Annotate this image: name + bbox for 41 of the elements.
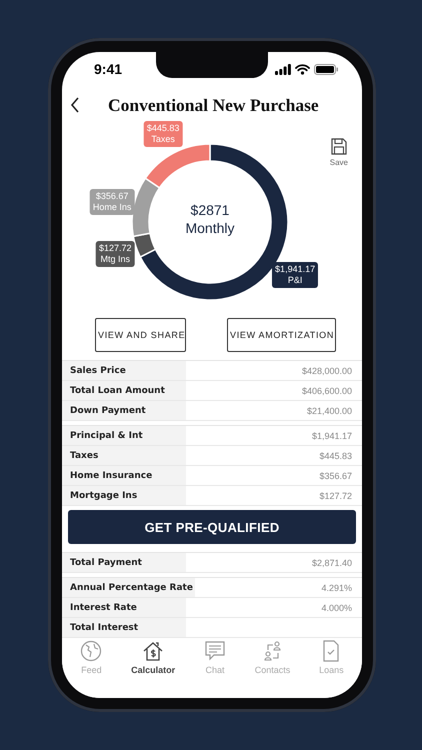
row-value: 4.000% — [320, 602, 353, 612]
chat-icon — [204, 640, 226, 662]
row-value: $428,000.00 — [300, 366, 353, 376]
row-value: $21,400.00 — [306, 406, 353, 416]
screen-title: Conventional New Purchase — [108, 94, 319, 116]
row-value: 4.291% — [320, 582, 353, 592]
save-button[interactable]: Save — [330, 138, 348, 167]
row-value: $356.67 — [318, 470, 353, 480]
slice-label: $127.72 Mtg Ins — [96, 240, 134, 267]
row-label: Interest Rate — [62, 598, 186, 617]
row-label: Down Payment — [62, 401, 186, 420]
row-value: $445.83 — [318, 450, 353, 460]
slice-label: $445.83 Taxes — [144, 120, 182, 147]
row-label: Sales Price — [62, 361, 186, 380]
signal-icon — [275, 64, 291, 74]
row-value: $1,941.17 — [310, 430, 353, 440]
row-value: $127.72 — [318, 490, 353, 500]
pre-qualify-button[interactable]: GET PRE-QUALIFIED — [68, 510, 356, 544]
row-label: Annual Percentage Rate — [62, 578, 195, 597]
action-button[interactable]: VIEW AMORTIZATION — [227, 318, 336, 352]
row-label: Home Insurance — [62, 466, 186, 485]
monthly-label: Monthly — [184, 220, 236, 236]
slice-label: $1,941.17 P&I — [272, 262, 318, 288]
globe-icon — [80, 640, 102, 662]
row-value: $406,600.00 — [300, 386, 353, 396]
row-label: Mortgage Ins — [62, 486, 186, 505]
row-value: $2,871.40 — [310, 558, 353, 568]
wifi-icon — [295, 64, 310, 74]
battery-icon — [314, 64, 338, 74]
row-label: Principal & Int — [62, 426, 186, 445]
row-label: Total Payment — [62, 553, 186, 572]
row-label: Total Interest — [62, 618, 186, 637]
chevron-left-icon — [70, 97, 80, 113]
house-dollar-icon — [142, 640, 164, 662]
row-label: Total Loan Amount — [62, 381, 186, 400]
row-label: Taxes — [62, 446, 186, 465]
status-time: 9:41 — [94, 61, 122, 77]
monthly-amount: $2871 — [190, 202, 230, 218]
tab-item[interactable]: Calculator — [129, 640, 178, 680]
slice-label: $356.67 Home Ins — [90, 188, 134, 215]
action-button[interactable]: VIEW AND SHARE — [95, 318, 186, 352]
